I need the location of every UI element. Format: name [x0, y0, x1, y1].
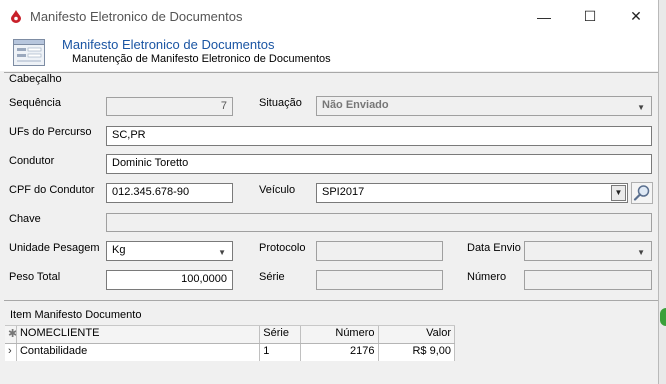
peso-input[interactable]: 100,0000 [106, 270, 233, 290]
grid-corner: ✱ [5, 326, 17, 343]
veiculo-label: Veículo [259, 184, 296, 196]
unidade-select[interactable]: Kg ▼ [106, 241, 233, 261]
table-row[interactable]: › Contabilidade 1 2176 R$ 9,00 [5, 344, 455, 361]
numero-field[interactable] [524, 270, 652, 290]
cpf-input[interactable]: 012.345.678-90 [106, 183, 233, 203]
veiculo-select[interactable]: SPI2017 ▼ [316, 183, 628, 203]
cell-serie[interactable]: 1 [260, 344, 302, 361]
sequencia-label: Sequência [9, 97, 61, 109]
situacao-select[interactable]: Não Enviado ▼ [316, 96, 652, 116]
sequencia-field[interactable]: 7 [106, 97, 233, 116]
data-envio-label: Data Envio [467, 242, 521, 254]
situacao-value: Não Enviado [322, 99, 389, 111]
chevron-down-icon: ▼ [637, 103, 645, 112]
close-button[interactable]: ✕ [613, 0, 659, 33]
veiculo-search-button[interactable] [631, 182, 653, 204]
chave-field[interactable] [106, 213, 652, 232]
maximize-button[interactable]: ☐ [567, 0, 613, 33]
unidade-label: Unidade Pesagem [9, 242, 100, 254]
section-divider [4, 72, 658, 73]
row-indicator-icon: › [5, 344, 17, 361]
chevron-down-icon[interactable]: ▼ [611, 185, 626, 201]
magnifier-icon [633, 185, 650, 201]
header-title: Manifesto Eletronico de Documentos [62, 37, 275, 52]
cell-nomecliente[interactable]: Contabilidade [17, 344, 261, 361]
protocolo-field[interactable] [316, 241, 443, 261]
ufs-label: UFs do Percurso [9, 126, 92, 138]
serie-field[interactable] [316, 270, 443, 290]
form-icon [13, 39, 45, 66]
unidade-value: Kg [112, 244, 126, 256]
condutor-label: Condutor [9, 155, 55, 167]
section-items-label: Item Manifesto Documento [10, 309, 142, 321]
droplet-icon [11, 10, 21, 23]
chevron-down-icon: ▼ [637, 248, 645, 257]
veiculo-value: SPI2017 [322, 186, 365, 198]
column-header-numero[interactable]: Número [301, 326, 379, 343]
header-subtitle: Manutenção de Manifesto Eletronico de Do… [72, 53, 331, 65]
cpf-label: CPF do Condutor [9, 184, 95, 196]
column-header-serie[interactable]: Série [260, 326, 302, 343]
cell-numero[interactable]: 2176 [301, 344, 379, 361]
peso-label: Peso Total [9, 271, 61, 283]
section-divider [4, 300, 658, 301]
condutor-input[interactable]: Dominic Toretto [106, 154, 652, 174]
background-window-edge [660, 308, 666, 326]
situacao-label: Situação [259, 97, 302, 109]
chave-label: Chave [9, 213, 41, 225]
data-envio-select[interactable]: ▼ [524, 241, 652, 261]
protocolo-label: Protocolo [259, 242, 306, 254]
ufs-input[interactable]: SC,PR [106, 126, 652, 146]
section-cabecalho-label: Cabeçalho [9, 73, 62, 85]
column-header-valor[interactable]: Valor [379, 326, 455, 343]
minimize-button[interactable]: — [521, 0, 567, 33]
grid-header: ✱ NOMECLIENTE Série Número Valor [5, 325, 455, 344]
numero-label: Número [467, 271, 507, 283]
window-title: Manifesto Eletronico de Documentos [30, 9, 243, 24]
chevron-down-icon: ▼ [218, 248, 226, 257]
cell-valor[interactable]: R$ 9,00 [379, 344, 455, 361]
column-header-nomecliente[interactable]: NOMECLIENTE [17, 326, 261, 343]
serie-label: Série [259, 271, 285, 283]
items-grid[interactable]: ✱ NOMECLIENTE Série Número Valor › Conta… [5, 325, 455, 361]
